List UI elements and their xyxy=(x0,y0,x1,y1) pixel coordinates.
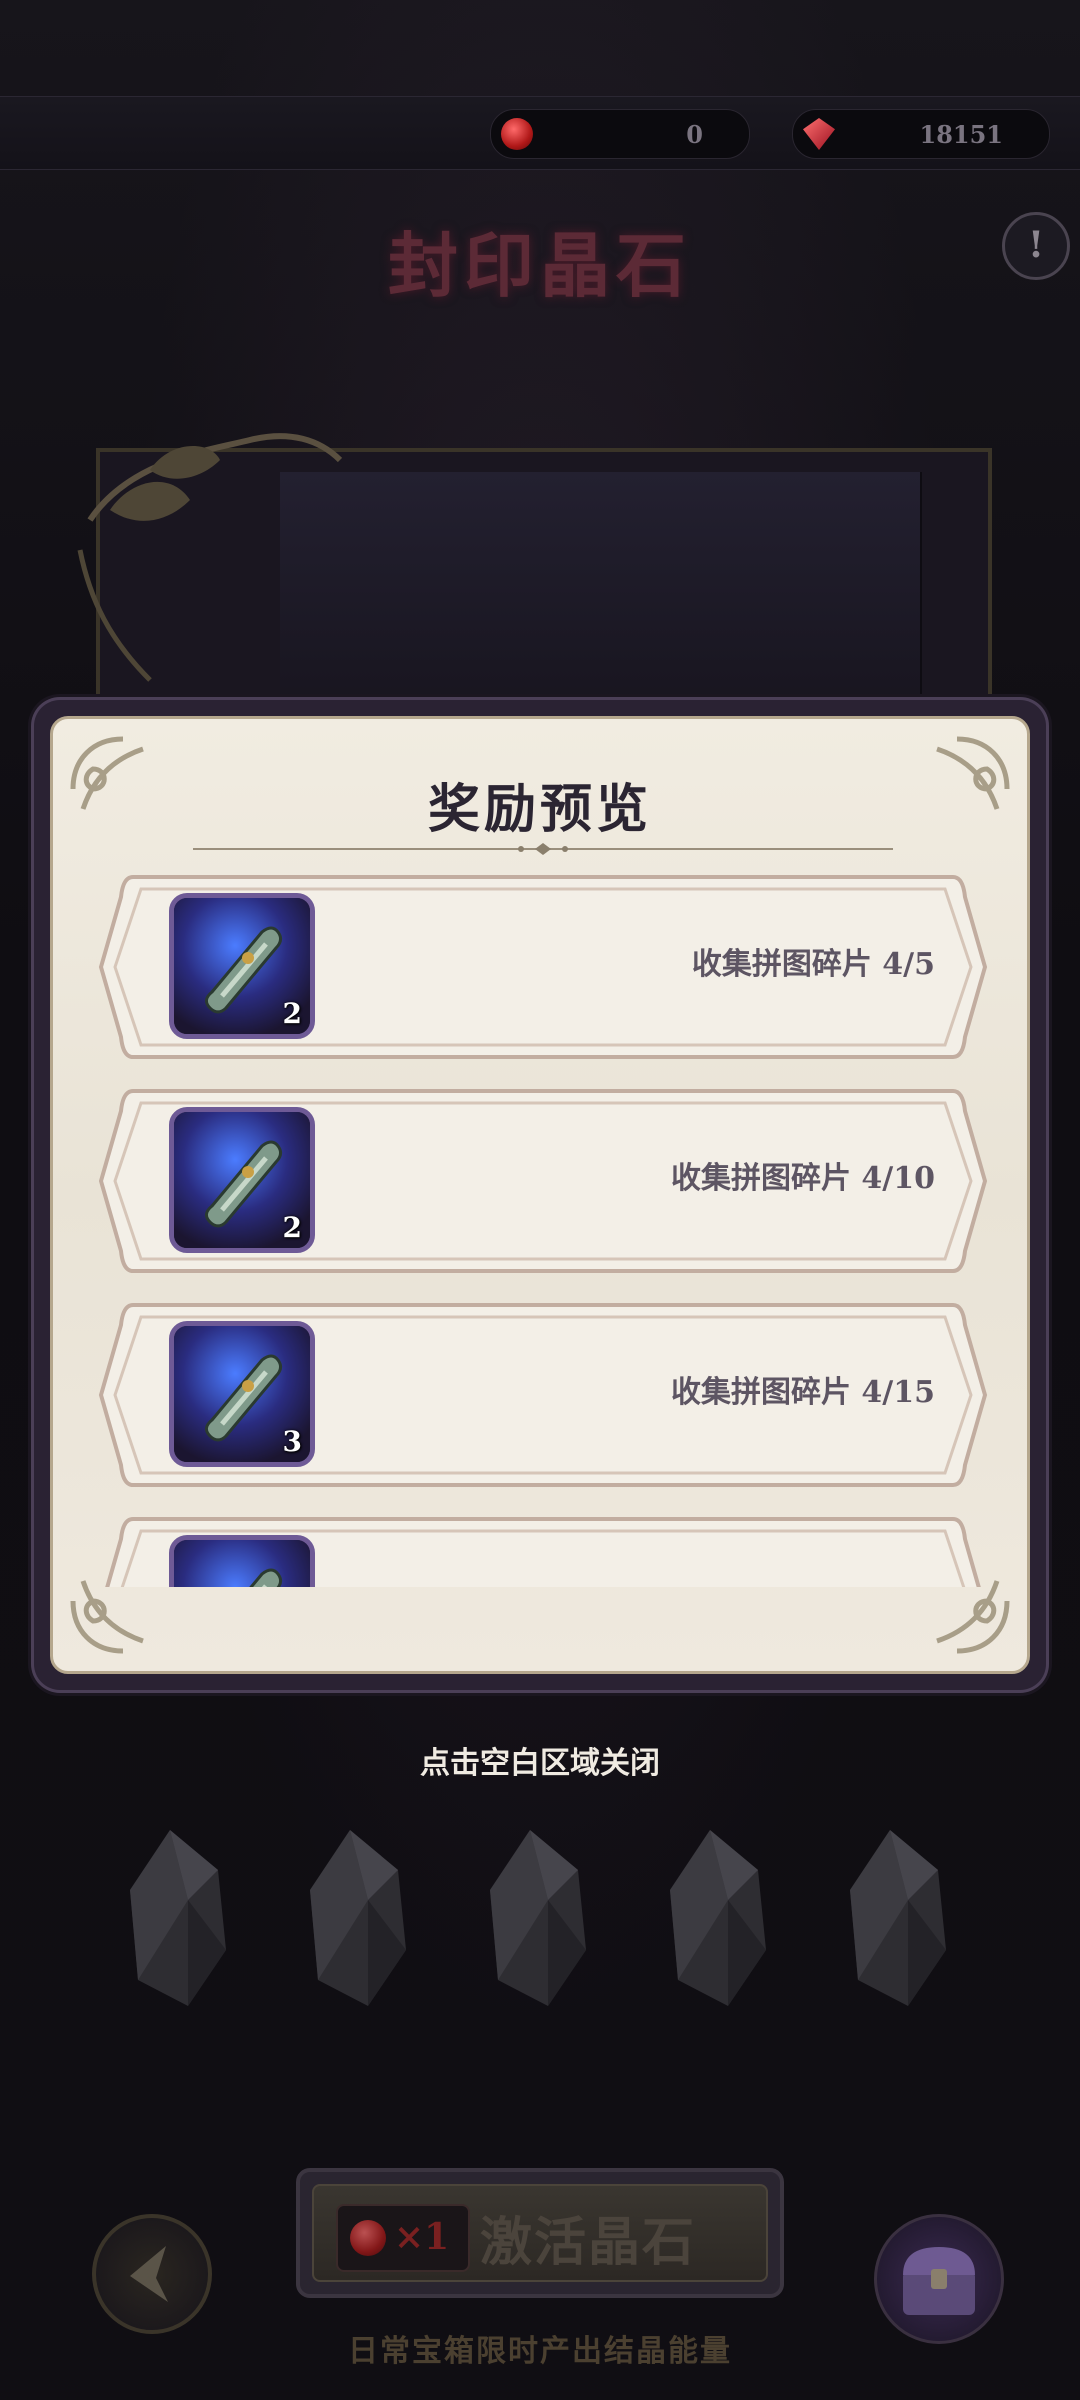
reward-item: 2 收集拼图碎片 4/10 xyxy=(93,1081,993,1281)
currency-red-gem[interactable]: 0 xyxy=(490,109,750,159)
activate-cost: ×1 xyxy=(336,2204,470,2272)
currency-bar: 0 18151 xyxy=(0,96,1080,170)
floral-ornament xyxy=(77,433,343,682)
item-count: 2 xyxy=(282,1211,302,1244)
crystal-slots xyxy=(0,1830,1080,2010)
back-arrow-icon xyxy=(130,2246,168,2302)
reward-item: 3 收集拼图碎片 4/15 xyxy=(93,1295,993,1495)
reward-preview-dialog: 奖励预览 2 收集拼图碎片 4/5 2 收集拼图碎片 4/10 3 收集拼图碎片… xyxy=(34,700,1046,1690)
crystal-icon[interactable] xyxy=(848,1830,948,2006)
reward-list[interactable]: 2 收集拼图碎片 4/5 2 收集拼图碎片 4/10 3 收集拼图碎片 4/15 xyxy=(93,867,993,1587)
scroll-item-icon[interactable]: 2 xyxy=(169,1107,315,1253)
reward-item: 2 收集拼图碎片 4/5 xyxy=(93,867,993,1067)
reward-condition: 收集拼图碎片 4/10 xyxy=(670,1161,935,1196)
exclamation-icon: ! xyxy=(1028,224,1044,266)
red-crystal-icon xyxy=(803,118,835,150)
activate-button-face: ×1 激活晶石 xyxy=(312,2184,768,2282)
title-divider xyxy=(193,843,893,855)
item-count: 3 xyxy=(282,1425,302,1458)
scroll-item-icon[interactable]: 3 xyxy=(169,1321,315,1467)
treasure-chest-icon xyxy=(903,2247,975,2315)
back-button[interactable] xyxy=(92,2214,212,2334)
crystal-icon[interactable] xyxy=(128,1830,228,2006)
treasure-chest-button[interactable] xyxy=(874,2214,1004,2344)
crystal-icon[interactable] xyxy=(668,1830,768,2006)
currency-crystal[interactable]: 18151 xyxy=(792,109,1050,159)
close-hint[interactable]: 点击空白区域关闭 xyxy=(0,1738,1080,1782)
info-button[interactable]: ! xyxy=(1002,212,1070,280)
reward-item xyxy=(93,1509,993,1587)
dialog-title: 奖励预览 xyxy=(427,779,652,840)
red-gem-icon xyxy=(350,2220,386,2256)
reward-condition: 收集拼图碎片 4/5 xyxy=(691,947,935,982)
activate-crystal-button[interactable]: ×1 激活晶石 xyxy=(296,2168,784,2298)
scroll-item-icon[interactable] xyxy=(169,1535,315,1587)
scroll-item-icon[interactable]: 2 xyxy=(169,893,315,1039)
page-title: 封印晶石 xyxy=(388,224,692,307)
daily-chest-note: 日常宝箱限时产出结晶能量 xyxy=(348,2334,732,2369)
activate-cost-value: ×1 xyxy=(394,2216,450,2258)
activate-button-label: 激活晶石 xyxy=(480,2212,697,2273)
red-gem-icon xyxy=(501,118,533,150)
crystal-icon[interactable] xyxy=(308,1830,408,2006)
currency-crystal-value: 18151 xyxy=(919,120,1004,149)
reward-condition: 收集拼图碎片 4/15 xyxy=(670,1375,935,1410)
currency-red-gem-value: 0 xyxy=(686,120,703,149)
crystal-icon[interactable] xyxy=(488,1830,588,2006)
dialog-paper: 奖励预览 2 收集拼图碎片 4/5 2 收集拼图碎片 4/10 3 收集拼图碎片… xyxy=(50,716,1030,1674)
item-count: 2 xyxy=(282,997,302,1030)
